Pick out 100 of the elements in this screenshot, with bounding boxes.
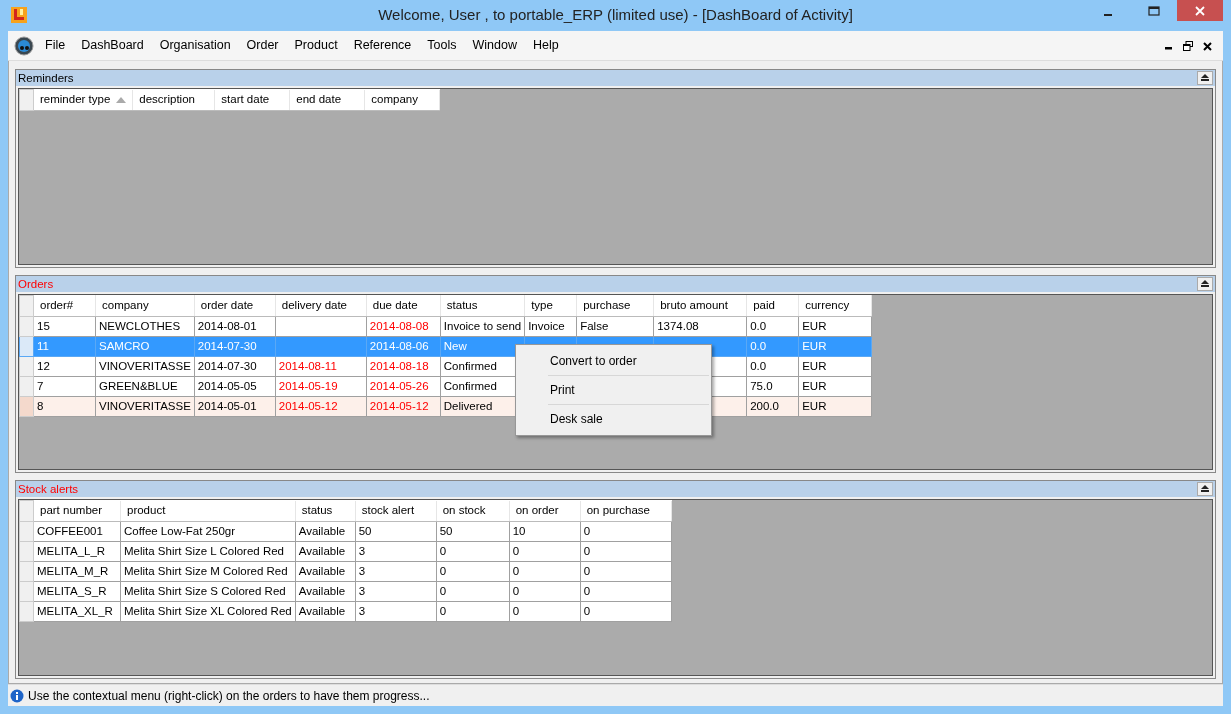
table-cell: COFFEE001: [33, 521, 121, 542]
table-cell: EUR: [798, 376, 872, 397]
row-header[interactable]: [19, 316, 34, 337]
column-header[interactable]: stock alert: [355, 500, 437, 522]
table-cell: MELITA_XL_R: [33, 601, 121, 622]
table-cell: EUR: [798, 316, 872, 337]
row-header-corner: [19, 89, 34, 111]
maximize-icon: [1148, 5, 1160, 16]
table-cell: Available: [295, 561, 356, 582]
table-cell: 0: [509, 541, 581, 562]
table-cell: Available: [295, 521, 356, 542]
row-header[interactable]: [19, 541, 34, 562]
row-header[interactable]: [19, 396, 34, 417]
table-cell: 3: [355, 581, 437, 602]
table-cell: 2014-05-26: [366, 376, 441, 397]
column-header[interactable]: status: [295, 500, 356, 522]
column-header[interactable]: product: [120, 500, 296, 522]
table-cell: 2014-08-11: [275, 356, 367, 377]
table-cell: 0: [436, 581, 510, 602]
table-cell: 0: [580, 581, 672, 602]
table-cell: Melita Shirt Size XL Colored Red: [120, 601, 296, 622]
table-cell: Available: [295, 541, 356, 562]
menu-item[interactable]: Help: [524, 34, 567, 57]
table-cell: 15: [33, 316, 96, 337]
table-cell: Invoice: [524, 316, 577, 337]
column-header[interactable]: start date: [214, 89, 290, 111]
app-icon: [10, 5, 28, 24]
window-title: Welcome, User , to portable_ERP (limited use) - [DashBoard of Activity]: [378, 5, 853, 26]
column-header[interactable]: on stock: [436, 500, 510, 522]
menu-item[interactable]: Window: [464, 34, 525, 57]
panel-title: Reminders: [18, 71, 74, 85]
column-header[interactable]: on purchase: [580, 500, 672, 522]
column-header[interactable]: order date: [194, 295, 276, 317]
table-cell: EUR: [798, 356, 872, 377]
menu-item[interactable]: Reference: [345, 34, 420, 57]
table-cell: 10: [509, 521, 581, 542]
column-header[interactable]: end date: [289, 89, 365, 111]
table-cell: Invoice to send: [440, 316, 525, 337]
table-cell: 1374.08: [653, 316, 747, 337]
table-cell: 0.0: [746, 356, 799, 377]
table-cell: Melita Shirt Size M Colored Red: [120, 561, 296, 582]
column-header[interactable]: status: [440, 295, 525, 317]
column-header[interactable]: company: [364, 89, 440, 111]
app-menu-icon[interactable]: [14, 35, 34, 56]
column-header[interactable]: company: [95, 295, 195, 317]
table-cell: 0: [509, 561, 581, 582]
column-header[interactable]: reminder type: [33, 89, 133, 111]
minimize-icon: [1104, 13, 1112, 16]
collapse-button[interactable]: [1197, 71, 1213, 85]
column-header[interactable]: type: [524, 295, 577, 317]
row-header[interactable]: [19, 601, 34, 622]
row-header[interactable]: [19, 336, 34, 357]
row-header-corner: [19, 295, 34, 317]
table-cell: NEWCLOTHES: [95, 316, 195, 337]
column-header[interactable]: currency: [798, 295, 872, 317]
info-icon: [10, 688, 24, 703]
table-cell: False: [576, 316, 654, 337]
row-header[interactable]: [19, 521, 34, 542]
collapse-icon: [1201, 279, 1209, 288]
column-header[interactable]: part number: [33, 500, 121, 522]
column-header[interactable]: delivery date: [275, 295, 367, 317]
table-cell: 3: [355, 561, 437, 582]
table-cell: GREEN&BLUE: [95, 376, 195, 397]
column-header[interactable]: description: [132, 89, 215, 111]
column-header[interactable]: paid: [746, 295, 799, 317]
table-cell: MELITA_M_R: [33, 561, 121, 582]
table-cell: 0: [580, 521, 672, 542]
menu-item[interactable]: DashBoard: [73, 34, 152, 57]
close-button[interactable]: [1177, 0, 1223, 21]
collapse-button[interactable]: [1197, 482, 1213, 497]
table-cell: 3: [355, 601, 437, 622]
column-header[interactable]: due date: [366, 295, 441, 317]
menu-item[interactable]: Product: [286, 34, 346, 57]
table-cell: 0: [436, 541, 510, 562]
menu-item[interactable]: File: [37, 34, 74, 57]
table-cell: 2014-08-01: [194, 316, 276, 337]
table-cell: 0: [509, 581, 581, 602]
row-header[interactable]: [19, 561, 34, 582]
column-header[interactable]: bruto amount: [653, 295, 747, 317]
table-cell: 2014-08-08: [366, 316, 441, 337]
table-cell: VINOVERITASSE: [95, 356, 195, 377]
row-header[interactable]: [19, 356, 34, 377]
column-header[interactable]: order#: [33, 295, 96, 317]
table-cell: Available: [295, 581, 356, 602]
table-cell: 2014-05-19: [275, 376, 367, 397]
table-cell: 75.0: [746, 376, 799, 397]
column-header[interactable]: on order: [509, 500, 581, 522]
row-header[interactable]: [19, 376, 34, 397]
column-header[interactable]: purchase: [576, 295, 654, 317]
table-cell: 0: [580, 561, 672, 582]
table-cell: 50: [436, 521, 510, 542]
table-cell: 12: [33, 356, 96, 377]
menu-item[interactable]: Organisation: [151, 34, 239, 57]
row-header[interactable]: [19, 581, 34, 602]
table-cell: 0: [509, 601, 581, 622]
menu-item[interactable]: Tools: [419, 34, 465, 57]
table-cell: Melita Shirt Size L Colored Red: [120, 541, 296, 562]
menu-item[interactable]: Order: [238, 34, 287, 57]
collapse-button[interactable]: [1197, 276, 1213, 291]
table-cell: Melita Shirt Size S Colored Red: [120, 581, 296, 602]
